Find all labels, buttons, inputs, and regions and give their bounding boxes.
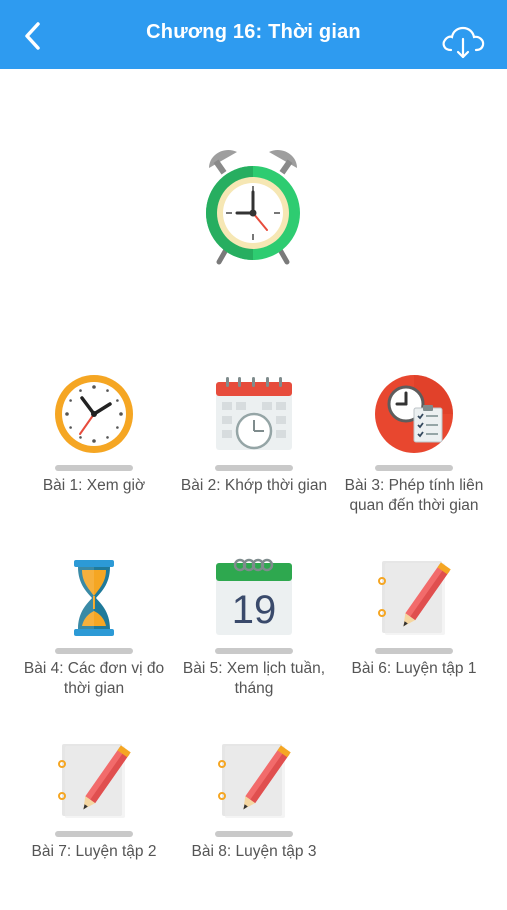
page-title: Chương 16: Thời gian: [146, 21, 361, 43]
lesson-item-6[interactable]: Bài 6: Luyện tập 1: [339, 557, 489, 727]
progress-bar: [55, 831, 133, 837]
lesson-item-4[interactable]: Bài 4: Các đơn vị đo thời gian: [19, 557, 169, 727]
cloud-download-icon[interactable]: [440, 24, 486, 60]
progress-bar: [375, 465, 453, 471]
calendar-day: 19: [232, 588, 277, 632]
calendar-clock-icon: [216, 377, 292, 450]
lesson-item-7[interactable]: Bài 7: Luyện tập 2: [19, 740, 169, 910]
alarm-clock-icon: [206, 149, 300, 265]
progress-bar: [55, 465, 133, 471]
clock-checklist-icon: [375, 375, 453, 453]
lesson-item-1[interactable]: Bài 1: Xem giờ: [19, 374, 169, 544]
lesson-label: Bài 1: Xem giờ: [42, 477, 146, 494]
lesson-label: Bài 7: Luyện tập 2: [31, 843, 157, 860]
lesson-item-3[interactable]: Bài 3: Phép tính liên quan đến thời gian: [339, 374, 489, 544]
lesson-label: Bài 4: Các đơn vị đo thời gian: [23, 660, 165, 697]
progress-bar: [215, 648, 293, 654]
progress-bar: [215, 831, 293, 837]
lesson-item-5[interactable]: 19 Bài 5: Xem lịch tuần, tháng: [179, 557, 329, 727]
progress-bar: [215, 465, 293, 471]
lesson-label: Bài 6: Luyện tập 1: [351, 660, 477, 677]
progress-bar: [55, 648, 133, 654]
calendar-19-icon: 19: [216, 558, 292, 635]
progress-bar: [375, 648, 453, 654]
notebook-pencil-icon: [218, 744, 291, 818]
lesson-item-8[interactable]: Bài 8: Luyện tập 3: [179, 740, 329, 910]
clock-icon: [55, 375, 133, 453]
notebook-pencil-icon: [378, 561, 451, 635]
nav-bar: Chương 16: Thời gian: [0, 0, 507, 69]
lesson-label: Bài 2: Khớp thời gian: [180, 477, 328, 494]
notebook-pencil-icon: [58, 744, 131, 818]
lesson-item-2[interactable]: Bài 2: Khớp thời gian: [179, 374, 329, 544]
lesson-label: Bài 8: Luyện tập 3: [191, 843, 317, 860]
lesson-label: Bài 3: Phép tính liên quan đến thời gian: [344, 477, 484, 514]
hourglass-icon: [74, 560, 114, 636]
lesson-label: Bài 5: Xem lịch tuần, tháng: [182, 660, 326, 697]
